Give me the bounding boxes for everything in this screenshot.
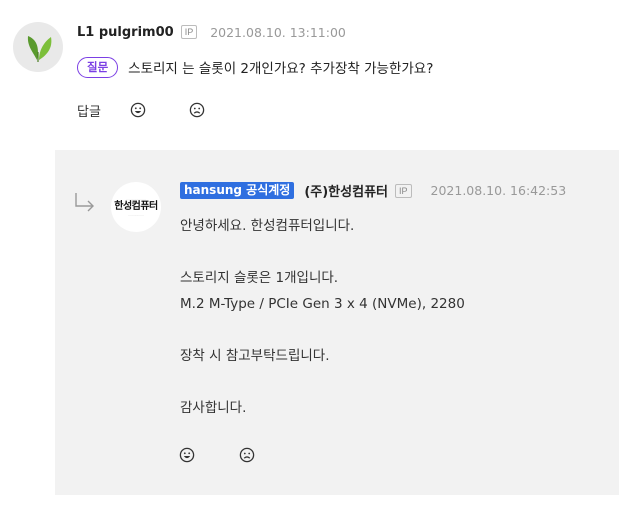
leaf-avatar-icon <box>27 36 52 62</box>
reply-line <box>180 317 465 343</box>
frown-icon[interactable] <box>239 447 255 463</box>
comment-thread: L1 pulgrim00 IP 2021.08.10. 13:11:00 질문 … <box>0 0 619 505</box>
timestamp: 2021.08.10. 16:42:53 <box>430 183 567 198</box>
question-header: L1 pulgrim00 IP 2021.08.10. 13:11:00 <box>77 23 346 41</box>
reply-comment: ····················· 한성컴퓨터 ············… <box>55 150 619 495</box>
reply-text: 안녕하세요. 한성컴퓨터입니다. 스토리지 슬롯은 1개입니다. M.2 M-T… <box>180 213 465 421</box>
reply-line <box>180 369 465 395</box>
frown-icon[interactable] <box>189 102 205 118</box>
reply-actions <box>179 446 255 464</box>
reply-line <box>180 239 465 265</box>
question-tag: 질문 <box>77 56 119 78</box>
question-text: 스토리지 는 슬롯이 2개인가요? 추가장착 가능한가요? <box>128 61 434 77</box>
smile-icon[interactable] <box>130 102 146 118</box>
reply-button[interactable]: 답글 <box>77 101 101 120</box>
reply-line: M.2 M-Type / PCIe Gen 3 x 4 (NVMe), 2280 <box>180 296 465 312</box>
ip-badge: IP <box>395 183 412 198</box>
reply-header: hansung 공식계정 (주)한성컴퓨터 IP 2021.08.10. 16:… <box>180 181 566 200</box>
question-body: 질문 스토리지 는 슬롯이 2개인가요? 추가장착 가능한가요? <box>77 56 433 78</box>
reply-line: 감사합니다. <box>180 400 247 416</box>
smile-icon[interactable] <box>179 447 195 463</box>
user-avatar[interactable] <box>13 22 63 72</box>
timestamp: 2021.08.10. 13:11:00 <box>210 24 346 40</box>
ip-badge: IP <box>180 25 198 39</box>
company-logo: 한성컴퓨터 <box>114 201 158 212</box>
username[interactable]: L1 pulgrim00 <box>77 25 174 40</box>
official-account-badge[interactable]: hansung 공식계정 <box>180 182 295 199</box>
reply-line: 장착 시 참고부탁드립니다. <box>180 348 330 364</box>
company-name[interactable]: (주)한성컴퓨터 <box>304 181 388 200</box>
company-avatar[interactable]: ····················· 한성컴퓨터 ············… <box>111 182 161 232</box>
reply-line: 스토리지 슬롯은 1개입니다. <box>180 270 339 286</box>
question-actions: 답글 <box>77 100 205 120</box>
reply-arrow-icon <box>75 193 94 212</box>
logo-url: ················· <box>127 213 145 217</box>
reply-line: 안녕하세요. 한성컴퓨터입니다. <box>180 218 355 234</box>
